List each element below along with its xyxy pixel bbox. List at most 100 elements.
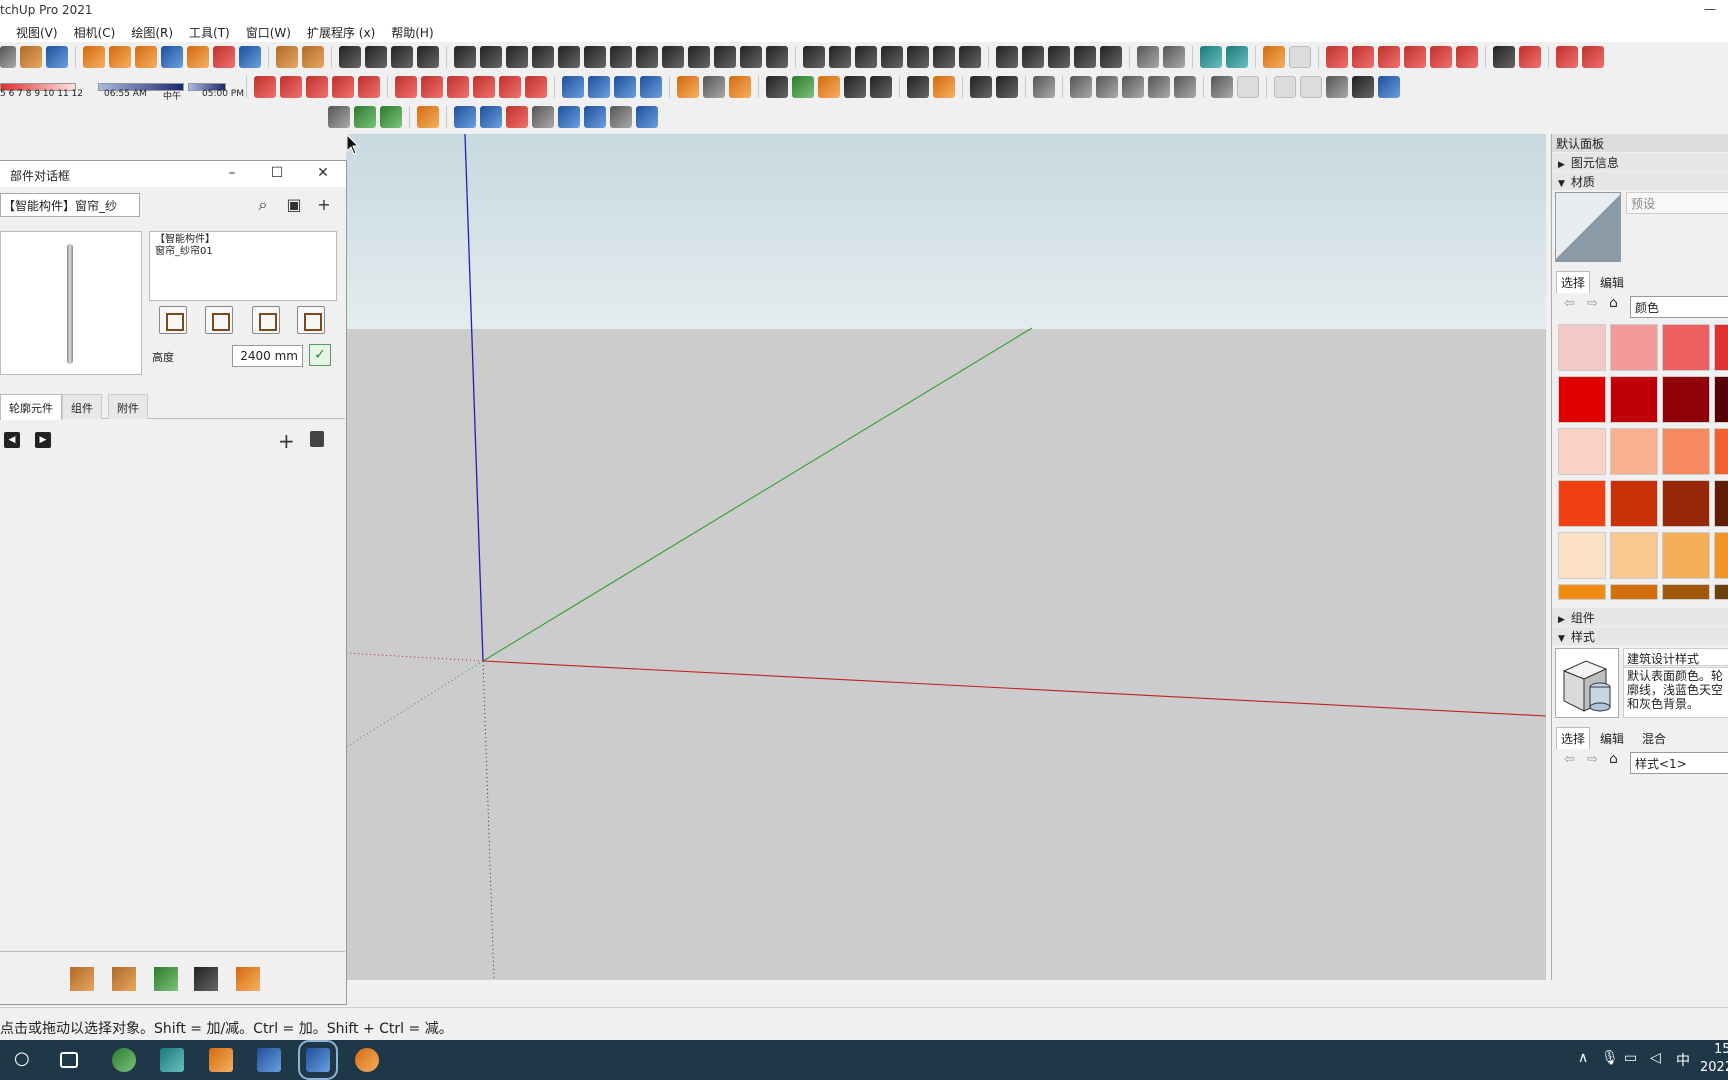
file-explorer-taskbar-icon[interactable] xyxy=(209,1048,233,1072)
mail-icon[interactable] xyxy=(970,76,992,98)
height-input[interactable]: 2400 mm xyxy=(232,345,303,367)
gear-icon[interactable] xyxy=(558,106,580,128)
materials-section[interactable]: ▼ 材质 xyxy=(1552,172,1728,190)
materials-tab-select[interactable]: 选择 xyxy=(1556,271,1591,293)
back-icon[interactable]: ⇦ xyxy=(1564,296,1575,311)
select2-icon[interactable] xyxy=(1582,46,1604,68)
add-circle-icon[interactable] xyxy=(766,76,788,98)
door-icon[interactable] xyxy=(1048,46,1070,68)
offset-icon[interactable] xyxy=(135,46,157,68)
column-icon[interactable] xyxy=(933,46,955,68)
layers-icon[interactable] xyxy=(818,76,840,98)
tool-d-icon[interactable] xyxy=(532,46,554,68)
tool-i-icon[interactable] xyxy=(662,46,684,68)
ruby-b-icon[interactable] xyxy=(280,76,302,98)
tool-n-icon[interactable] xyxy=(1074,46,1096,68)
align-c-button[interactable] xyxy=(252,306,280,334)
material-swatch[interactable] xyxy=(1662,324,1710,371)
checker-icon[interactable] xyxy=(844,76,866,98)
material-swatch[interactable] xyxy=(1610,532,1658,579)
ime-indicator[interactable]: 中 xyxy=(1676,1050,1690,1070)
add-element-button[interactable]: + xyxy=(278,429,295,453)
view-c-icon[interactable] xyxy=(1096,76,1118,98)
view-e-icon[interactable] xyxy=(1148,76,1170,98)
pause-icon[interactable] xyxy=(480,106,502,128)
view-f-icon[interactable] xyxy=(1174,76,1196,98)
record-icon[interactable] xyxy=(506,106,528,128)
elephant-icon[interactable] xyxy=(525,76,547,98)
clock-date[interactable]: 2022 xyxy=(1700,1060,1728,1075)
tool-b-icon[interactable] xyxy=(480,46,502,68)
eyedropper-icon[interactable] xyxy=(194,967,218,991)
material-swatch[interactable] xyxy=(1714,324,1728,371)
align-d-button[interactable] xyxy=(297,306,325,334)
align-a-button[interactable] xyxy=(159,306,187,334)
footer-check-icon[interactable] xyxy=(154,967,178,991)
dialog-minimize-button[interactable]: – xyxy=(222,165,242,181)
material-swatch[interactable] xyxy=(1558,376,1606,423)
menu-view[interactable]: 视图(V) xyxy=(0,24,66,41)
ramp-icon[interactable] xyxy=(391,46,413,68)
curve-icon[interactable] xyxy=(855,46,877,68)
material-swatch[interactable] xyxy=(1558,324,1606,371)
style-f-icon[interactable] xyxy=(1352,76,1374,98)
tab-components[interactable]: 组件 xyxy=(62,394,102,419)
eraser-icon[interactable] xyxy=(187,46,209,68)
sketchup-taskbar-icon[interactable] xyxy=(298,1040,338,1080)
tool-m-icon[interactable] xyxy=(766,46,788,68)
plugin-e-icon[interactable] xyxy=(473,76,495,98)
stop-icon[interactable] xyxy=(532,106,554,128)
styles-tab-mix[interactable]: 混合 xyxy=(1638,728,1670,749)
material-swatch[interactable] xyxy=(1714,480,1728,527)
material-name-input[interactable]: 预设 xyxy=(1626,192,1728,214)
confirm-check-button[interactable]: ✓ xyxy=(309,344,331,366)
styles-forward-icon[interactable]: ⇨ xyxy=(1587,752,1598,767)
plugin-g-icon[interactable] xyxy=(933,76,955,98)
tray-chevron-icon[interactable]: ∧ xyxy=(1578,1050,1588,1066)
package-icon[interactable] xyxy=(417,106,439,128)
styles-tab-select[interactable]: 选择 xyxy=(1556,727,1591,749)
style-g-icon[interactable] xyxy=(1378,76,1400,98)
material-swatch[interactable] xyxy=(1558,480,1606,527)
align-b-button[interactable] xyxy=(205,306,233,334)
arc-icon[interactable] xyxy=(803,46,825,68)
extension-warehouse-icon[interactable] xyxy=(1226,46,1248,68)
plugin-a-icon[interactable] xyxy=(1137,46,1159,68)
search-circle-icon[interactable]: ○ xyxy=(14,1048,30,1069)
tool-c-icon[interactable] xyxy=(506,46,528,68)
warehouse-icon[interactable] xyxy=(1200,46,1222,68)
view-b-icon[interactable] xyxy=(1070,76,1092,98)
section-c-icon[interactable] xyxy=(614,76,636,98)
minimize-button[interactable]: — xyxy=(1704,2,1716,16)
rotate-icon[interactable] xyxy=(239,46,261,68)
task-view-icon[interactable] xyxy=(60,1052,78,1068)
components-section[interactable]: ▶ 组件 xyxy=(1552,608,1728,626)
save-icon[interactable]: ▣ xyxy=(283,194,305,216)
material-swatch[interactable] xyxy=(1662,428,1710,475)
view-a-icon[interactable] xyxy=(1033,76,1055,98)
plugin-j-icon[interactable] xyxy=(380,106,402,128)
dialog-maximize-button[interactable]: ☐ xyxy=(267,165,287,181)
ruby-c-icon[interactable] xyxy=(306,76,328,98)
footer-tool-a-icon[interactable] xyxy=(70,967,94,991)
spiral-icon[interactable] xyxy=(881,46,903,68)
explode-icon[interactable] xyxy=(276,46,298,68)
material-swatch[interactable] xyxy=(1558,532,1606,579)
style-d-icon[interactable] xyxy=(1300,76,1322,98)
style-collection-select[interactable]: 样式<1> xyxy=(1630,752,1728,774)
model-viewport[interactable] xyxy=(346,134,1546,980)
grid-icon[interactable] xyxy=(365,46,387,68)
material-swatch[interactable] xyxy=(1610,428,1658,475)
styles-back-icon[interactable]: ⇦ xyxy=(1564,752,1575,767)
fence-icon[interactable] xyxy=(907,46,929,68)
rectangle-icon[interactable] xyxy=(1352,46,1374,68)
window-icon[interactable] xyxy=(584,106,606,128)
ruby-a-icon[interactable] xyxy=(254,76,276,98)
circle-icon[interactable] xyxy=(1430,46,1452,68)
instructor-icon[interactable] xyxy=(1263,46,1285,68)
home-icon[interactable]: ⌂ xyxy=(1609,295,1618,311)
tree-icon[interactable] xyxy=(792,76,814,98)
scale-icon[interactable] xyxy=(1404,46,1426,68)
entity-info-section[interactable]: ▶ 图元信息 xyxy=(1552,153,1728,171)
style-a-icon[interactable] xyxy=(1211,76,1233,98)
